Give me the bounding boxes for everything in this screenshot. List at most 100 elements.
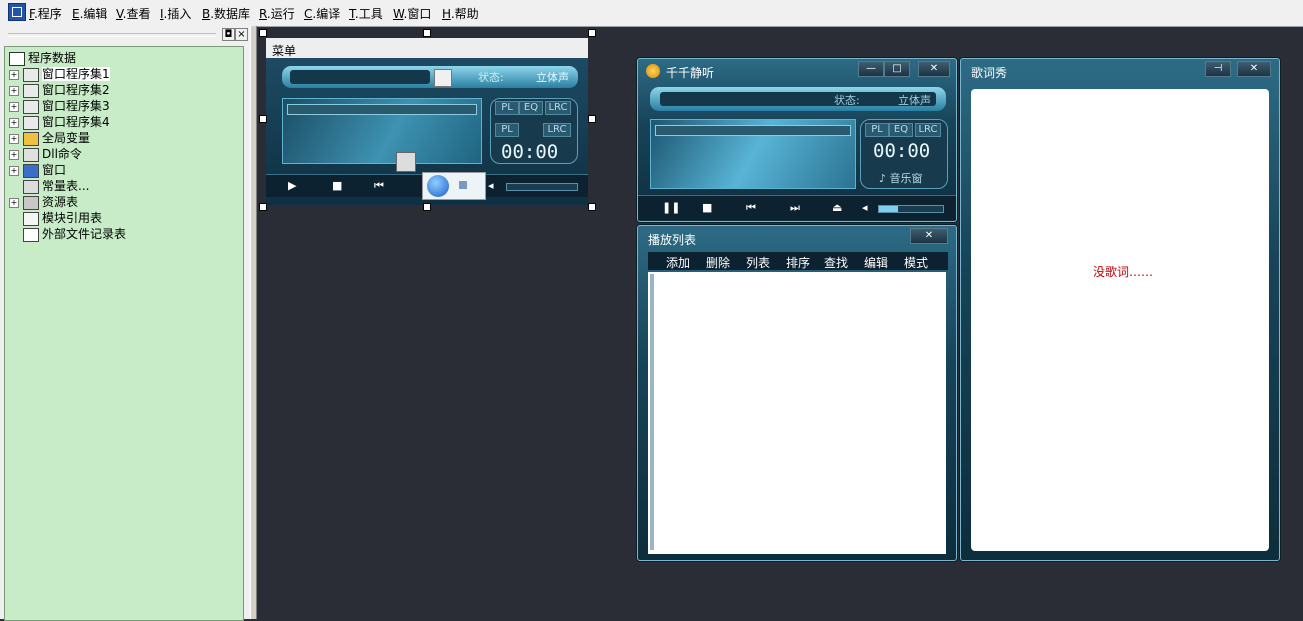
playlist-edit-menu[interactable]: 编辑 [864, 254, 888, 271]
resize-handle[interactable] [259, 29, 267, 37]
menu-run[interactable]: R.运行 [259, 5, 295, 22]
playlist-add-menu[interactable]: 添加 [666, 254, 690, 271]
assembly-icon [23, 99, 39, 114]
design-form[interactable]: 状态: 立体声 PL EQ LRC PL LRC 00:00 ▶ ■ ⏮ ◂ [266, 58, 588, 205]
expand-icon[interactable]: + [9, 133, 19, 144]
expand-icon[interactable]: + [9, 149, 19, 160]
player-status-label: 状态: [834, 94, 860, 107]
program-data-icon [9, 51, 25, 66]
menu-bar: F.程序 E.编辑 V.查看 I.插入 B.数据库 R.运行 C.编译 T.工具… [0, 0, 1303, 27]
lyrics-window[interactable]: 歌词秀 ⊣ ✕ 没歌词…… [960, 58, 1280, 561]
tree-item[interactable]: 模块引用表 [9, 210, 102, 226]
tree-item[interactable]: + 窗口程序集4 [9, 114, 110, 130]
menu-compile[interactable]: C.编译 [304, 5, 340, 22]
playlist-scrollbar[interactable] [650, 274, 654, 550]
playlist-close-button[interactable]: ✕ [910, 228, 948, 244]
tree-item[interactable]: 常量表... [9, 178, 89, 194]
menu-window[interactable]: W.窗口 [393, 5, 431, 22]
resize-handle[interactable] [259, 203, 267, 211]
tree-item[interactable]: 外部文件记录表 [9, 226, 126, 242]
volume-icon[interactable]: ◂ [862, 201, 868, 214]
menu-view[interactable]: V.查看 [116, 5, 151, 22]
expand-icon[interactable]: + [9, 69, 19, 80]
media-play-icon [427, 175, 449, 197]
menu-program[interactable]: F.程序 [29, 5, 62, 22]
playlist-delete-menu[interactable]: 删除 [706, 254, 730, 271]
player-status-value: 立体声 [898, 94, 931, 107]
close-button[interactable]: ✕ [918, 61, 950, 77]
volume-slider[interactable] [878, 205, 944, 213]
expand-icon[interactable]: + [9, 197, 19, 208]
tab-lrc[interactable]: LRC [915, 123, 941, 137]
tree-item-label: 窗口程序集4 [42, 115, 110, 129]
menu-tools[interactable]: T.工具 [349, 5, 383, 22]
tree-item[interactable]: + 资源表 [9, 194, 78, 210]
form-tab2-pl[interactable]: PL [495, 123, 519, 137]
tree-item[interactable]: + 窗口程序集1 [9, 66, 110, 82]
pause-icon[interactable]: ❚❚ [662, 201, 680, 214]
timer-component-icon[interactable] [396, 152, 416, 172]
expand-icon[interactable]: + [9, 101, 19, 112]
pin-icon[interactable]: ⊣ [1205, 61, 1231, 77]
playlist-mode-menu[interactable]: 模式 [904, 254, 928, 271]
panel-grip[interactable] [8, 33, 216, 37]
playlist-find-menu[interactable]: 查找 [824, 254, 848, 271]
resize-handle[interactable] [423, 203, 431, 211]
module-icon [23, 211, 39, 226]
panel-splitter[interactable] [250, 26, 257, 619]
resize-handle[interactable] [588, 115, 596, 123]
playlist-list[interactable] [648, 272, 946, 554]
resize-handle[interactable] [588, 203, 596, 211]
tree-item[interactable]: + 全局变量 [9, 130, 90, 146]
next-icon[interactable]: ⏭ [790, 201, 800, 215]
panel-titlebar: ◘ × [0, 26, 250, 42]
player-window[interactable]: 千千静听 — □ ✕ 状态: 立体声 PL EQ LRC 00:00 ♪ 音乐窗… [637, 58, 957, 222]
tab-eq[interactable]: EQ [889, 123, 913, 137]
playlist-list-menu[interactable]: 列表 [746, 254, 770, 271]
form-tab-lrc[interactable]: LRC [545, 101, 571, 115]
menu-insert[interactable]: I.插入 [160, 5, 191, 22]
tree-item[interactable]: + Dll命令 [9, 146, 82, 162]
volume-icon[interactable]: ◂ [488, 179, 494, 192]
tree-item[interactable]: + 窗口 [9, 162, 66, 178]
menu-edit[interactable]: E.编辑 [72, 5, 107, 22]
tree-root[interactable]: 程序数据 [9, 50, 76, 66]
playlist-window[interactable]: 播放列表 ✕ 添加 删除 列表 排序 查找 编辑 模式 [637, 225, 957, 561]
tree-item[interactable]: + 窗口程序集3 [9, 98, 110, 114]
tree-item[interactable]: + 窗口程序集2 [9, 82, 110, 98]
resize-handle[interactable] [588, 29, 596, 37]
prev-icon[interactable]: ⏮ [374, 179, 384, 193]
music-window-button[interactable]: ♪ 音乐窗 [879, 170, 923, 186]
expand-icon[interactable]: + [9, 165, 19, 176]
tab-pl[interactable]: PL [865, 123, 889, 137]
volume-slider[interactable] [506, 183, 578, 191]
play-icon[interactable]: ▶ [288, 179, 296, 192]
stop-icon[interactable]: ■ [332, 179, 342, 192]
menu-component-icon[interactable] [434, 69, 452, 87]
form-tab-pl[interactable]: PL [495, 101, 519, 115]
resize-handle[interactable] [259, 115, 267, 123]
form-visualizer [282, 98, 482, 164]
close-panel-button[interactable]: × [235, 28, 248, 41]
no-lyrics-text: 没歌词…… [1093, 265, 1154, 279]
playlist-sort-menu[interactable]: 排序 [786, 254, 810, 271]
form-time: 00:00 [501, 141, 559, 163]
dll-icon [23, 147, 39, 162]
tree-item-label: 窗口程序集1 [42, 67, 110, 81]
media-control-component[interactable] [422, 172, 486, 200]
expand-icon[interactable]: + [9, 117, 19, 128]
menu-help[interactable]: H.帮助 [442, 5, 479, 22]
float-panel-button[interactable]: ◘ [222, 28, 235, 41]
stop-icon[interactable]: ■ [702, 201, 712, 214]
form-tab2-lrc[interactable]: LRC [543, 123, 571, 137]
minimize-button[interactable]: — [858, 61, 884, 77]
resize-handle[interactable] [423, 29, 431, 37]
lyrics-close-button[interactable]: ✕ [1237, 61, 1271, 77]
eject-icon[interactable]: ⏏ [832, 201, 842, 214]
lyrics-area[interactable]: 没歌词…… [971, 89, 1269, 551]
expand-icon[interactable]: + [9, 85, 19, 96]
form-tab-eq[interactable]: EQ [519, 101, 543, 115]
menu-database[interactable]: B.数据库 [202, 5, 250, 22]
prev-icon[interactable]: ⏮ [746, 201, 756, 215]
maximize-button[interactable]: □ [884, 61, 910, 77]
